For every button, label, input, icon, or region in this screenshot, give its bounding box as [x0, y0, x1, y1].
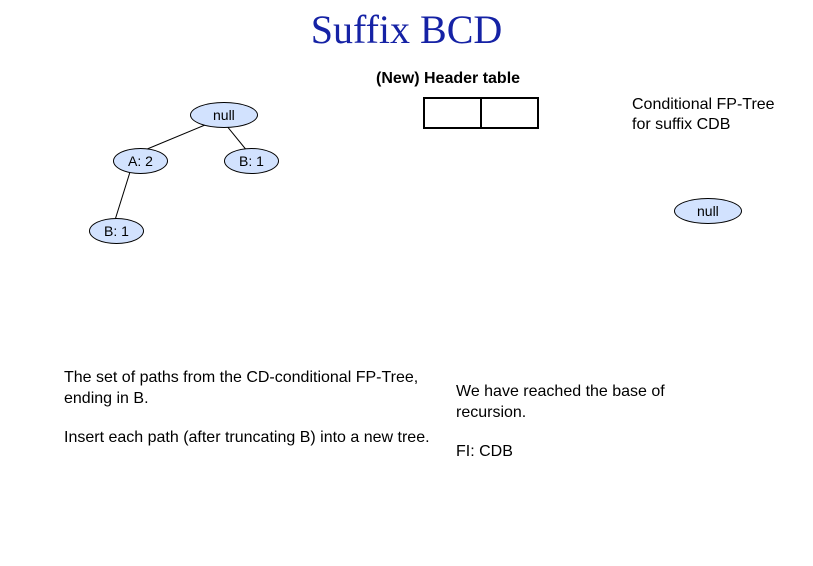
tree-node-root: null	[190, 102, 258, 128]
left-explanation: The set of paths from the CD-conditional…	[64, 368, 434, 448]
right-explanation: We have reached the base of recursion. F…	[456, 382, 736, 462]
header-table-cell	[482, 99, 537, 127]
conditional-fptree-label: Conditional FP-Tree for suffix CDB	[632, 95, 782, 135]
cond-tree-node-root: null	[674, 198, 742, 224]
header-table-cell	[425, 99, 482, 127]
header-table-box	[423, 97, 539, 129]
slide-title: Suffix BCD	[0, 6, 813, 53]
header-table-label: (New) Header table	[376, 70, 520, 88]
left-paragraph-1: The set of paths from the CD-conditional…	[64, 368, 434, 410]
tree-node-b1-right: B: 1	[224, 148, 279, 174]
tree-node-a2: A: 2	[113, 148, 168, 174]
right-paragraph-1: We have reached the base of recursion.	[456, 382, 736, 424]
right-paragraph-2: FI: CDB	[456, 442, 736, 463]
tree-node-b1-bottom: B: 1	[89, 218, 144, 244]
left-paragraph-2: Insert each path (after truncating B) in…	[64, 428, 434, 449]
